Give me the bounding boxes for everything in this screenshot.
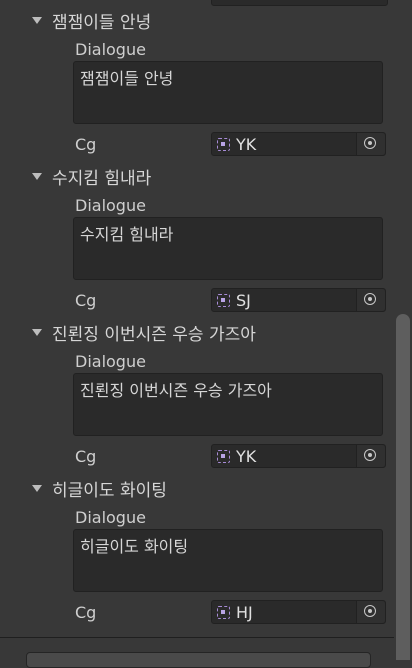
object-picker-button[interactable] [356,601,385,623]
cg-value: YK [236,447,257,466]
dialogue-textarea[interactable]: 수지킴 힘내라 [73,217,383,280]
inspector-panel: 잼잼이들 안녕 Dialogue 잼잼이들 안녕 Cg YK 수지킴 힘내라 D… [0,0,394,668]
cg-value: SJ [236,291,251,310]
dialogue-label: Dialogue [75,352,146,371]
element-foldout[interactable]: 수지킴 힘내라 [32,166,152,189]
previous-object-field[interactable] [211,0,388,6]
sprite-icon [217,294,230,307]
element-foldout[interactable]: 히글이도 화이팅 [32,478,167,501]
cg-label: Cg [75,135,97,154]
cg-object-field[interactable]: YK [211,132,386,156]
list-element: 진뢴징 이번시즌 우승 가즈아 Dialogue 진뢴징 이번시즌 우승 가즈아… [0,322,394,478]
dialogue-textarea[interactable]: 잼잼이들 안녕 [73,61,383,124]
object-picker-icon [364,293,376,305]
element-title: 히글이도 화이팅 [52,480,167,501]
element-foldout[interactable]: 진뢴징 이번시즌 우승 가즈아 [32,322,256,345]
element-title: 진뢴징 이번시즌 우승 가즈아 [52,324,256,345]
object-picker-button[interactable] [356,445,385,467]
foldout-arrow-icon[interactable] [32,16,42,24]
cg-label: Cg [75,447,97,466]
object-picker-icon [364,449,376,461]
list-element: 수지킴 힘내라 Dialogue 수지킴 힘내라 Cg SJ [0,166,394,322]
element-title: 잼잼이들 안녕 [52,12,152,33]
object-picker-button[interactable] [356,133,385,155]
list-footer-bar[interactable] [26,652,371,668]
list-element: 잼잼이들 안녕 Dialogue 잼잼이들 안녕 Cg YK [0,10,394,166]
cg-label: Cg [75,291,97,310]
list-divider [0,637,394,638]
object-picker-icon [364,137,376,149]
cg-object-field[interactable]: SJ [211,288,386,312]
dialogue-textarea[interactable]: 히글이도 화이팅 [73,529,383,592]
object-picker-icon [364,605,376,617]
cg-object-field[interactable]: YK [211,444,386,468]
foldout-arrow-icon[interactable] [32,484,42,492]
dialogue-label: Dialogue [75,40,146,59]
sprite-icon [217,138,230,151]
element-foldout[interactable]: 잼잼이들 안녕 [32,10,152,33]
foldout-arrow-icon[interactable] [32,172,42,180]
foldout-arrow-icon[interactable] [32,328,42,336]
cg-label: Cg [75,603,97,622]
scrollbar-thumb[interactable] [396,314,410,660]
dialogue-label: Dialogue [75,508,146,527]
cg-value: HJ [236,603,253,622]
cg-value: YK [236,135,257,154]
sprite-icon [217,450,230,463]
cg-object-field[interactable]: HJ [211,600,386,624]
dialogue-label: Dialogue [75,196,146,215]
list-element: 히글이도 화이팅 Dialogue 히글이도 화이팅 Cg HJ [0,478,394,634]
sprite-icon [217,606,230,619]
dialogue-textarea[interactable]: 진뢴징 이번시즌 우승 가즈아 [73,373,383,436]
object-picker-button[interactable] [356,289,385,311]
element-title: 수지킴 힘내라 [52,168,152,189]
